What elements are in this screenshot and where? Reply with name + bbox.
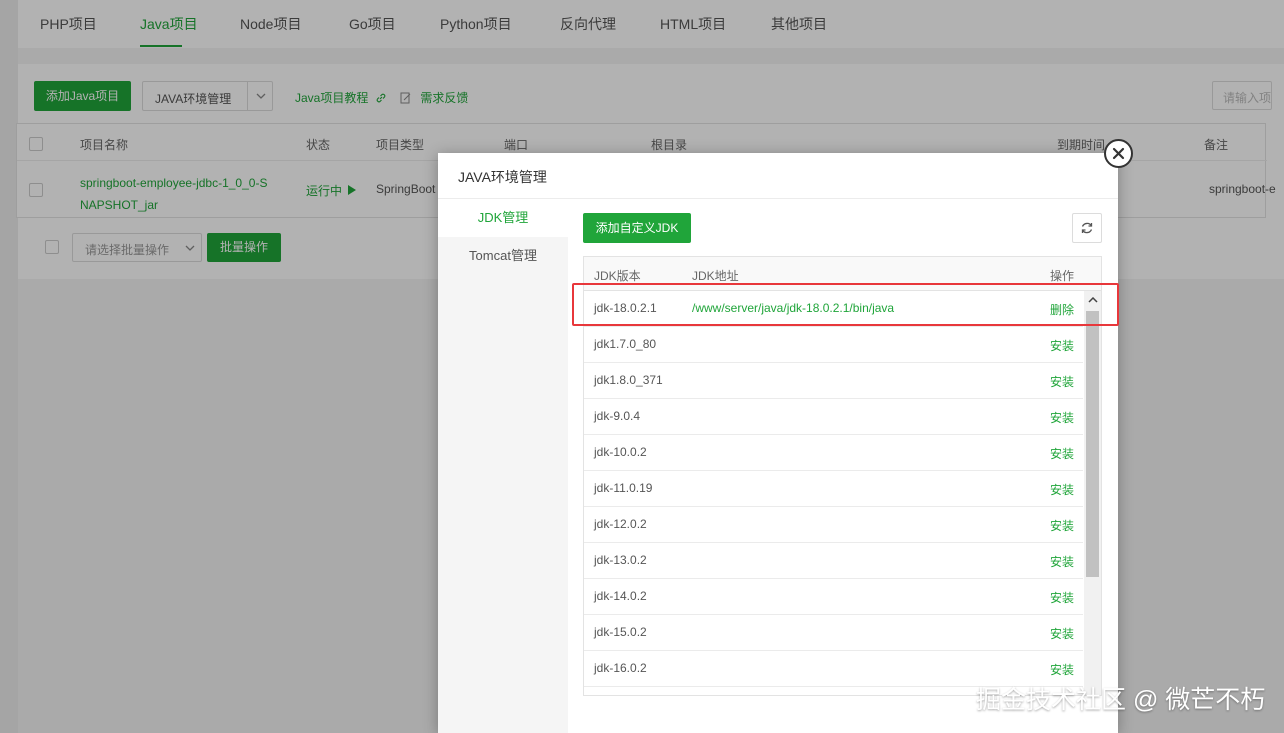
install-button[interactable]: 安装 <box>1050 517 1074 534</box>
jdk-version: jdk-11.0.19 <box>594 481 653 495</box>
highlight-box <box>572 283 1119 326</box>
install-button[interactable]: 安装 <box>1050 589 1074 606</box>
install-button[interactable]: 安装 <box>1050 625 1074 642</box>
jdk-version: jdk-16.0.2 <box>594 661 647 675</box>
jdk-version: jdk-13.0.2 <box>594 553 647 567</box>
install-button[interactable]: 安装 <box>1050 337 1074 354</box>
sidebar-item-jdk[interactable]: JDK管理 <box>438 199 568 237</box>
table-row: jdk1.7.0_80 安装 <box>584 327 1083 363</box>
table-row: jdk-13.0.2 安装 <box>584 543 1083 579</box>
java-env-modal: JAVA环境管理 JDK管理 Tomcat管理 添加自定义JDK JDK版本 J… <box>438 153 1118 733</box>
jdk-version: jdk1.7.0_80 <box>594 337 657 351</box>
jdk-version: jdk-10.0.2 <box>594 445 647 459</box>
col-jdk-version: JDK版本 <box>594 269 641 283</box>
jdk-version: jdk1.8.0_371 <box>594 373 663 387</box>
sidebar-item-tomcat[interactable]: Tomcat管理 <box>438 237 568 275</box>
refresh-icon <box>1081 222 1093 234</box>
table-row: jdk-10.0.2 安装 <box>584 435 1083 471</box>
install-button[interactable]: 安装 <box>1050 373 1074 390</box>
col-jdk-path: JDK地址 <box>692 269 739 283</box>
table-row: jdk-11.0.19 安装 <box>584 471 1083 507</box>
table-row: jdk1.8.0_371 安装 <box>584 363 1083 399</box>
jdk-version: jdk-14.0.2 <box>594 589 647 603</box>
refresh-button[interactable] <box>1072 213 1102 243</box>
watermark: 掘金技术社区 @ 微芒不朽 <box>976 686 1266 714</box>
install-button[interactable]: 安装 <box>1050 481 1074 498</box>
add-custom-jdk-button[interactable]: 添加自定义JDK <box>583 213 691 243</box>
jdk-version: jdk-12.0.2 <box>594 517 647 531</box>
install-button[interactable]: 安装 <box>1050 661 1074 678</box>
table-row: jdk-12.0.2 安装 <box>584 507 1083 543</box>
install-button[interactable]: 安装 <box>1050 409 1074 426</box>
close-icon[interactable] <box>1104 139 1133 168</box>
table-row: jdk-15.0.2 安装 <box>584 615 1083 651</box>
install-button[interactable]: 安装 <box>1050 445 1074 462</box>
col-operation: 操作 <box>1050 269 1075 283</box>
jdk-version: jdk-15.0.2 <box>594 625 647 639</box>
modal-title: JAVA环境管理 <box>458 169 547 185</box>
modal-sidebar: JDK管理 Tomcat管理 <box>438 199 568 733</box>
table-scrollbar[interactable] <box>1084 291 1101 695</box>
table-row: jdk-14.0.2 安装 <box>584 579 1083 615</box>
table-row: jdk-9.0.4 安装 <box>584 399 1083 435</box>
scrollbar-thumb[interactable] <box>1086 311 1099 577</box>
install-button[interactable]: 安装 <box>1050 553 1074 570</box>
jdk-version: jdk-9.0.4 <box>594 409 641 423</box>
